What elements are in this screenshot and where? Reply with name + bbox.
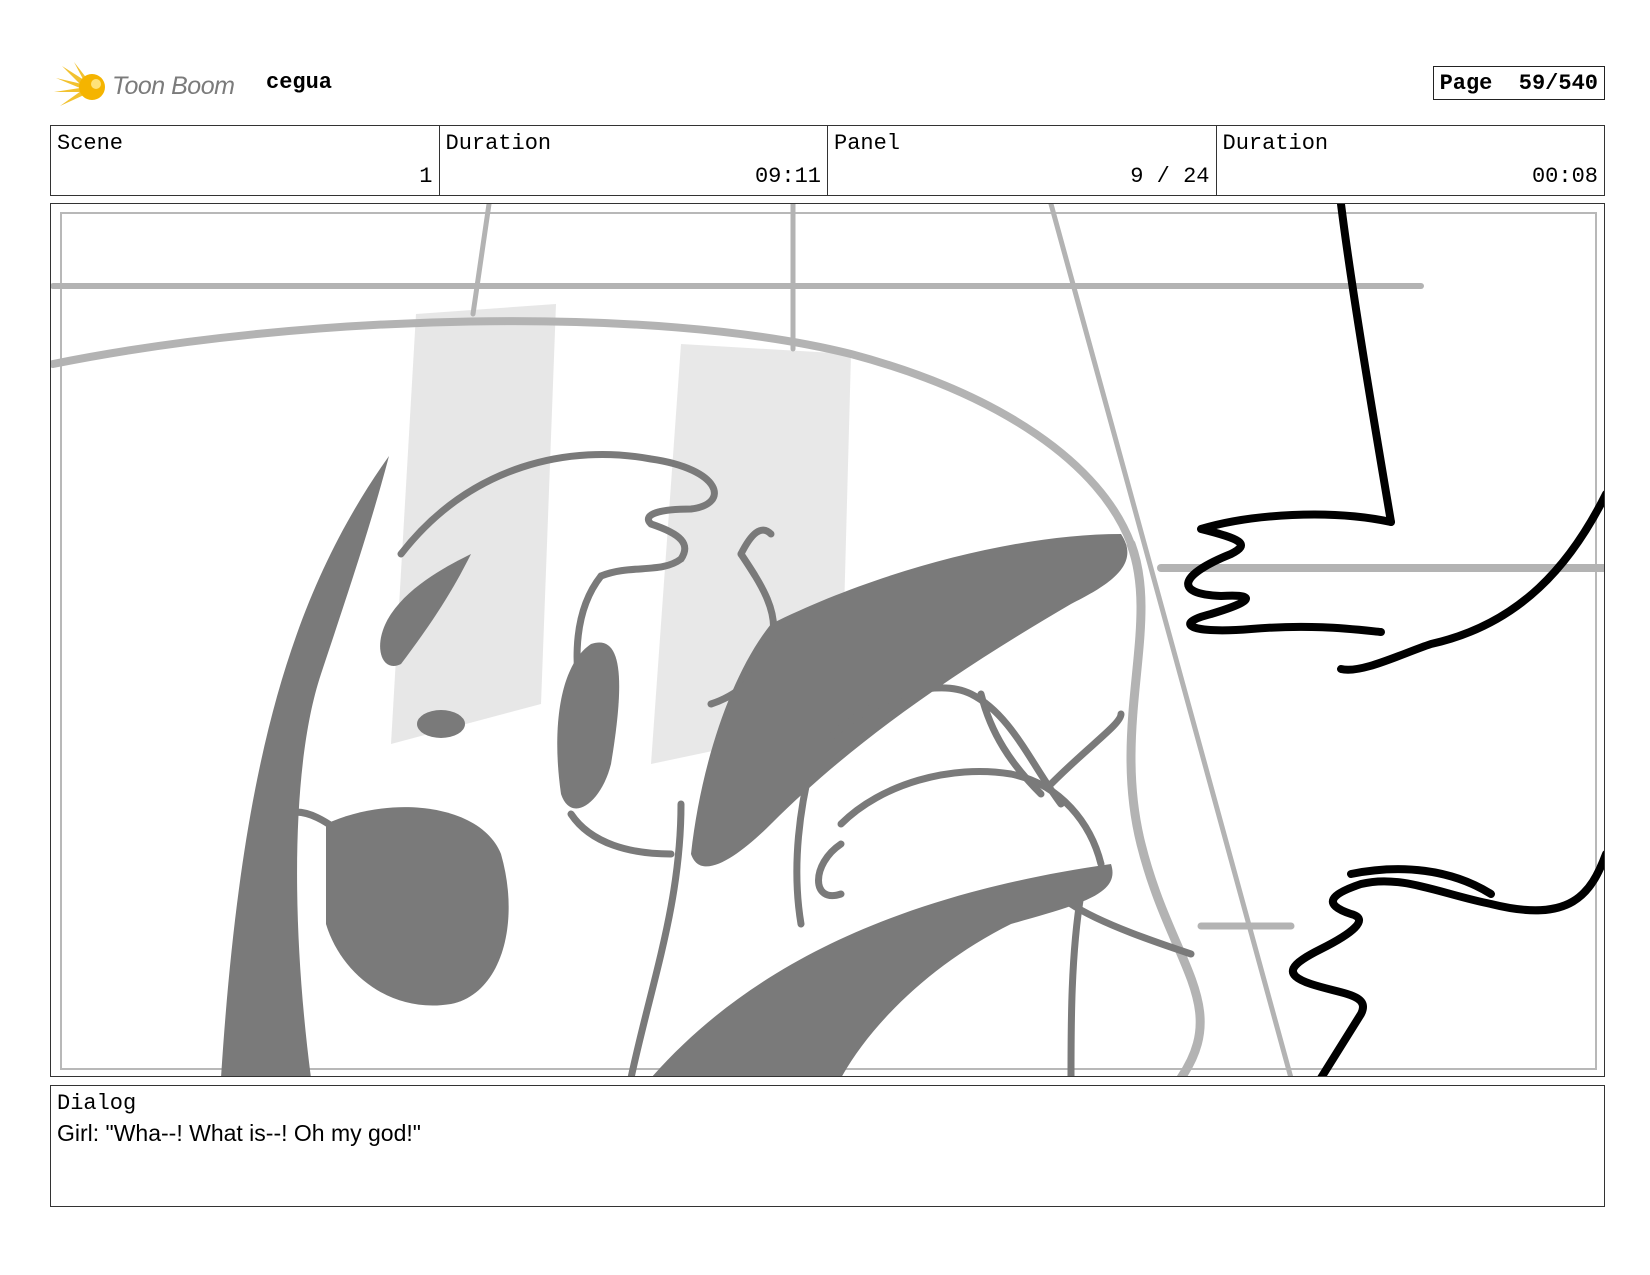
scene-duration-value: 09:11	[754, 164, 821, 189]
panel-duration-value: 00:08	[1531, 164, 1598, 189]
dialog-text: Girl: "Wha--! What is--! Oh my god!"	[57, 1120, 421, 1146]
scene-value: 1	[419, 164, 433, 189]
scene-label: Scene	[57, 131, 124, 156]
dialog-box: Dialog Girl: "Wha--! What is--! Oh my go…	[50, 1085, 1605, 1207]
toon-boom-logo: Toon Boom	[54, 60, 244, 112]
scene-duration-label: Duration	[445, 131, 552, 156]
page-number: 59/540	[1518, 71, 1598, 96]
panel-label: Panel	[834, 131, 901, 156]
brand-name: Toon Boom	[112, 72, 235, 100]
page-indicator: Page 59/540	[1432, 66, 1605, 100]
project-name: cegua	[266, 70, 333, 95]
dialog-label: Dialog	[57, 1091, 137, 1116]
panel-info-row: Scene 1 Duration 09:11 Panel 9 / 24 Dura…	[50, 125, 1605, 196]
panel-sketch	[51, 204, 1604, 1076]
storyboard-header: Toon Boom cegua Page 59/540	[50, 56, 1605, 116]
panel-value: 9 / 24	[1130, 164, 1210, 189]
storyboard-panel-image	[50, 203, 1605, 1077]
panel-cell: Panel 9 / 24	[828, 126, 1217, 195]
scene-cell: Scene 1	[51, 126, 440, 195]
page-label: Page	[1439, 71, 1493, 96]
panel-duration-cell: Duration 00:08	[1217, 126, 1605, 195]
scene-duration-cell: Duration 09:11	[440, 126, 828, 195]
panel-duration-label: Duration	[1222, 131, 1329, 156]
